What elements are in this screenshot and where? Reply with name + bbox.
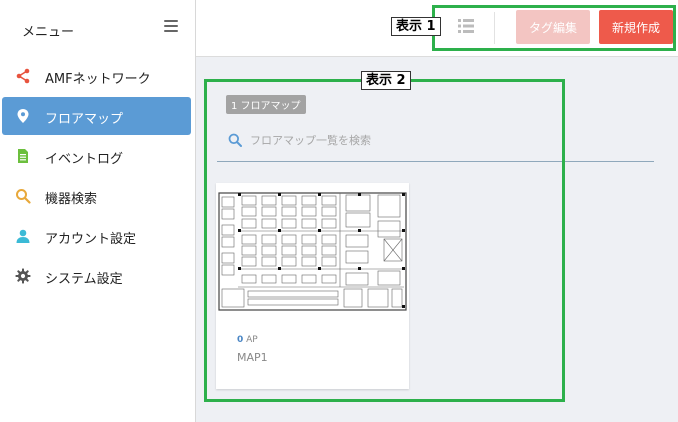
document-icon xyxy=(18,149,28,163)
callout-label-1: 表示 1 xyxy=(391,17,441,36)
hamburger-menu-icon[interactable] xyxy=(164,20,178,32)
sidebar-header: メニュー xyxy=(0,0,196,56)
sidebar-menu: AMFネットワーク フロアマップ イベントログ 機器検索 アカウント設定 システ… xyxy=(0,57,196,297)
sidebar-item-system-settings[interactable]: システム設定 xyxy=(2,257,191,295)
callout-box-2 xyxy=(204,79,565,402)
user-icon xyxy=(16,229,30,243)
sidebar-item-label: 機器検索 xyxy=(45,192,98,207)
sidebar-item-label: システム設定 xyxy=(45,272,123,287)
share-icon xyxy=(16,68,30,84)
sidebar: メニュー AMFネットワーク フロアマップ イベントログ 機器検索 アカウント設… xyxy=(0,0,196,422)
sidebar-item-event-log[interactable]: イベントログ xyxy=(2,137,191,175)
sidebar-item-floor-map[interactable]: フロアマップ xyxy=(2,97,191,135)
sidebar-item-label: イベントログ xyxy=(45,152,124,167)
search-icon xyxy=(16,189,31,204)
sidebar-item-amf-network[interactable]: AMFネットワーク xyxy=(2,57,191,95)
callout-label-2: 表示 2 xyxy=(361,71,411,90)
sidebar-item-device-search[interactable]: 機器検索 xyxy=(2,177,191,215)
map-pin-icon xyxy=(17,109,29,123)
sidebar-item-account-settings[interactable]: アカウント設定 xyxy=(2,217,191,255)
sidebar-item-label: フロアマップ xyxy=(45,112,124,127)
sidebar-item-label: AMFネットワーク xyxy=(45,72,151,87)
sidebar-title: メニュー xyxy=(22,25,75,40)
gear-icon xyxy=(15,268,31,284)
sidebar-item-label: アカウント設定 xyxy=(45,232,137,247)
callout-box-1 xyxy=(432,5,676,51)
